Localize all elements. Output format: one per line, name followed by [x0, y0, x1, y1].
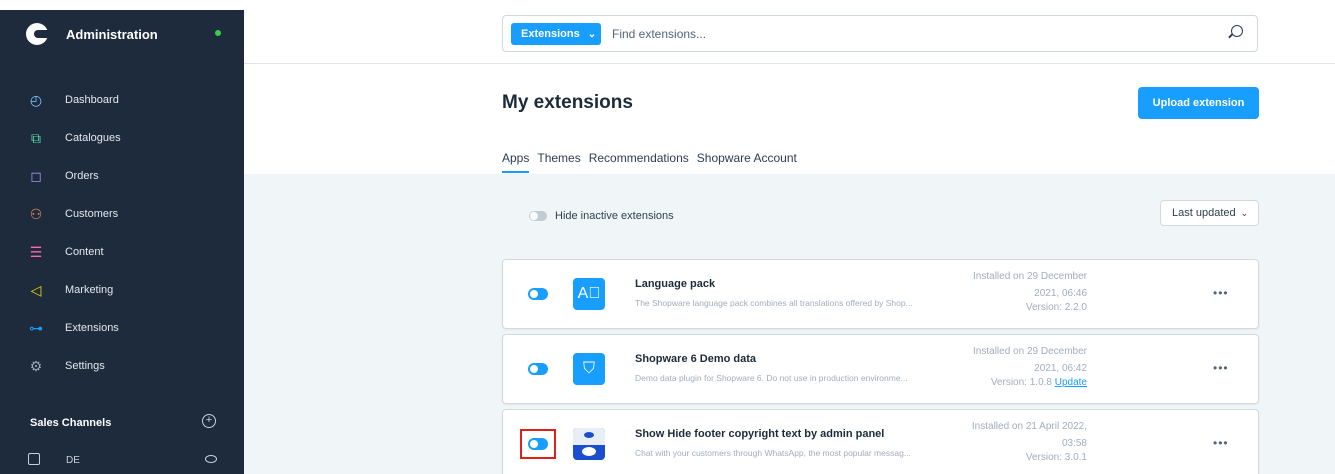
search-type-label: Extensions — [521, 28, 580, 40]
installed-line-1: Installed on 21 April 2022, — [971, 421, 1087, 432]
sidebar-item-orders[interactable]: ◻ Orders — [0, 161, 244, 191]
tab-recommendations[interactable]: Recommendations — [589, 150, 689, 174]
extension-description: The Shopware language pack combines all … — [635, 298, 913, 308]
installed-line-2: 2021, 06:42 — [1034, 363, 1087, 374]
chevron-down-icon: ⌄ — [587, 28, 597, 40]
installed-line-2: 03:58 — [1061, 438, 1087, 449]
extension-version: Version: 2.2.0 — [953, 302, 1087, 313]
hide-inactive-label: Hide inactive extensions — [555, 210, 674, 222]
extension-active-switch[interactable] — [528, 363, 548, 375]
context-menu-icon[interactable]: ••• — [1213, 287, 1229, 299]
status-online-icon — [215, 30, 221, 36]
orders-icon: ◻ — [30, 168, 42, 184]
installed-line-2: 2021, 06:46 — [1034, 288, 1087, 299]
sidebar-item-catalogues[interactable]: ⧉ Catalogues — [0, 123, 244, 153]
version-text: Version: 1.0.8 — [990, 377, 1052, 388]
page-title: My extensions — [502, 92, 633, 113]
installed-line-1: Installed on 29 December — [973, 346, 1087, 357]
sidebar-item-content[interactable]: ☰ Content — [0, 237, 244, 267]
sidebar: Administration ◴ Dashboard ⧉ Catalogues … — [0, 10, 244, 474]
eye-icon[interactable] — [205, 455, 217, 463]
context-menu-icon[interactable]: ••• — [1213, 437, 1229, 449]
sidebar-header: Administration — [0, 10, 244, 60]
extension-installed-date: Installed on 29 December 2021, 06:46 — [953, 268, 1087, 302]
sidebar-title: Administration — [66, 27, 158, 42]
extensions-icon: ⊶ — [29, 320, 43, 336]
version-text: Version: 2.2.0 — [1025, 302, 1087, 313]
sort-select[interactable]: Last updated ⌄ — [1160, 200, 1259, 226]
sales-channel-item-de[interactable]: DE — [66, 455, 80, 466]
add-sales-channel-icon[interactable]: + — [202, 414, 216, 428]
extension-logo-icon — [573, 428, 605, 460]
sidebar-item-label: Content — [65, 246, 104, 258]
extension-card: A⃞ Language pack The Shopware language p… — [502, 259, 1259, 329]
tab-apps[interactable]: Apps — [502, 150, 530, 174]
search-input[interactable] — [612, 23, 1212, 45]
extension-name: Show Hide footer copyright text by admin… — [635, 428, 885, 440]
tab-shopware-account[interactable]: Shopware Account — [697, 150, 797, 174]
sidebar-item-extensions[interactable]: ⊶ Extensions — [0, 313, 244, 343]
marketing-icon: ◁ — [30, 282, 42, 298]
extension-active-switch[interactable] — [528, 288, 548, 300]
extension-version: Version: 1.0.8 Update — [953, 377, 1087, 388]
tab-themes[interactable]: Themes — [537, 150, 580, 174]
tab-bar: Apps Themes Recommendations Shopware Acc… — [502, 150, 805, 174]
content-icon: ☰ — [29, 244, 43, 260]
installed-line-1: Installed on 29 December — [973, 271, 1087, 282]
extension-name: Shopware 6 Demo data — [635, 353, 757, 365]
demo-data-shirt-icon: ⛉ — [573, 353, 605, 385]
extension-installed-date: Installed on 29 December 2021, 06:42 — [953, 343, 1087, 377]
hide-inactive-toggle[interactable] — [529, 211, 547, 221]
sidebar-item-label: Settings — [65, 360, 105, 372]
sales-channels-title: Sales Channels — [30, 417, 112, 429]
storefront-icon — [28, 453, 40, 465]
sidebar-item-label: Orders — [65, 170, 99, 182]
sidebar-item-label: Dashboard — [65, 94, 119, 106]
chevron-down-icon: ⌄ — [1240, 207, 1249, 218]
customers-icon: ⚇ — [29, 206, 43, 222]
extension-version: Version: 3.0.1 — [953, 452, 1087, 463]
search-icon[interactable] — [1231, 25, 1243, 37]
sidebar-item-label: Catalogues — [65, 132, 121, 144]
search-type-dropdown[interactable]: Extensions ⌄ — [511, 23, 601, 45]
highlight-box — [520, 429, 556, 459]
update-link[interactable]: Update — [1055, 377, 1087, 388]
sidebar-item-label: Customers — [65, 208, 119, 220]
language-pack-icon: A⃞ — [573, 278, 605, 310]
extension-card: Show Hide footer copyright text by admin… — [502, 409, 1259, 474]
extension-description: Chat with your customers through WhatsAp… — [635, 448, 911, 458]
sort-select-value: Last updated — [1172, 207, 1236, 219]
catalogues-icon: ⧉ — [31, 130, 41, 146]
sidebar-item-dashboard[interactable]: ◴ Dashboard — [0, 85, 244, 115]
sidebar-item-customers[interactable]: ⚇ Customers — [0, 199, 244, 229]
extension-description: Demo data plugin for Shopware 6. Do not … — [635, 373, 908, 383]
shopware-logo-icon[interactable] — [26, 23, 48, 45]
context-menu-icon[interactable]: ••• — [1213, 362, 1229, 374]
extension-installed-date: Installed on 21 April 2022, 03:58 — [953, 418, 1087, 452]
sidebar-item-settings[interactable]: ⚙ Settings — [0, 351, 244, 381]
version-text: Version: 3.0.1 — [1025, 452, 1087, 463]
settings-icon: ⚙ — [29, 358, 43, 374]
upload-extension-button[interactable]: Upload extension — [1138, 87, 1259, 119]
sidebar-item-label: Marketing — [65, 284, 114, 296]
sidebar-item-marketing[interactable]: ◁ Marketing — [0, 275, 244, 305]
extension-name: Language pack — [635, 278, 716, 290]
extension-card: ⛉ Shopware 6 Demo data Demo data plugin … — [502, 334, 1259, 404]
dashboard-icon: ◴ — [29, 92, 43, 108]
sidebar-item-label: Extensions — [65, 322, 119, 334]
